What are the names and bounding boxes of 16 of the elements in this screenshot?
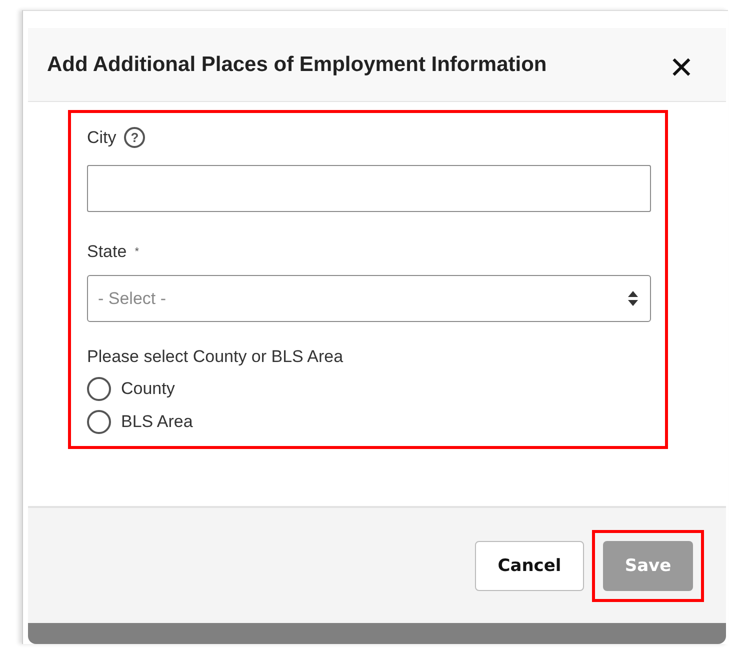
cancel-button[interactable]: Cancel [475,540,584,590]
sort-arrows-icon [628,291,638,306]
city-input-field[interactable] [87,165,651,212]
radio-label[interactable]: BLS Area [121,412,193,432]
required-mark: * [134,246,139,258]
state-select[interactable]: - Select - [87,275,651,322]
dialog-title: Add Additional Places of Employment Information [47,52,547,76]
radio-button[interactable] [87,377,111,401]
area-prompt: Please select County or BLS Area [87,347,344,367]
scrollbar[interactable] [28,623,726,644]
radio-label[interactable]: County [121,379,175,399]
city-label: City [87,128,116,148]
state-label: State [87,242,127,262]
close-button[interactable]: ✕ [664,51,698,86]
radio-button[interactable] [87,410,111,434]
help-icon[interactable]: ? [124,127,146,148]
